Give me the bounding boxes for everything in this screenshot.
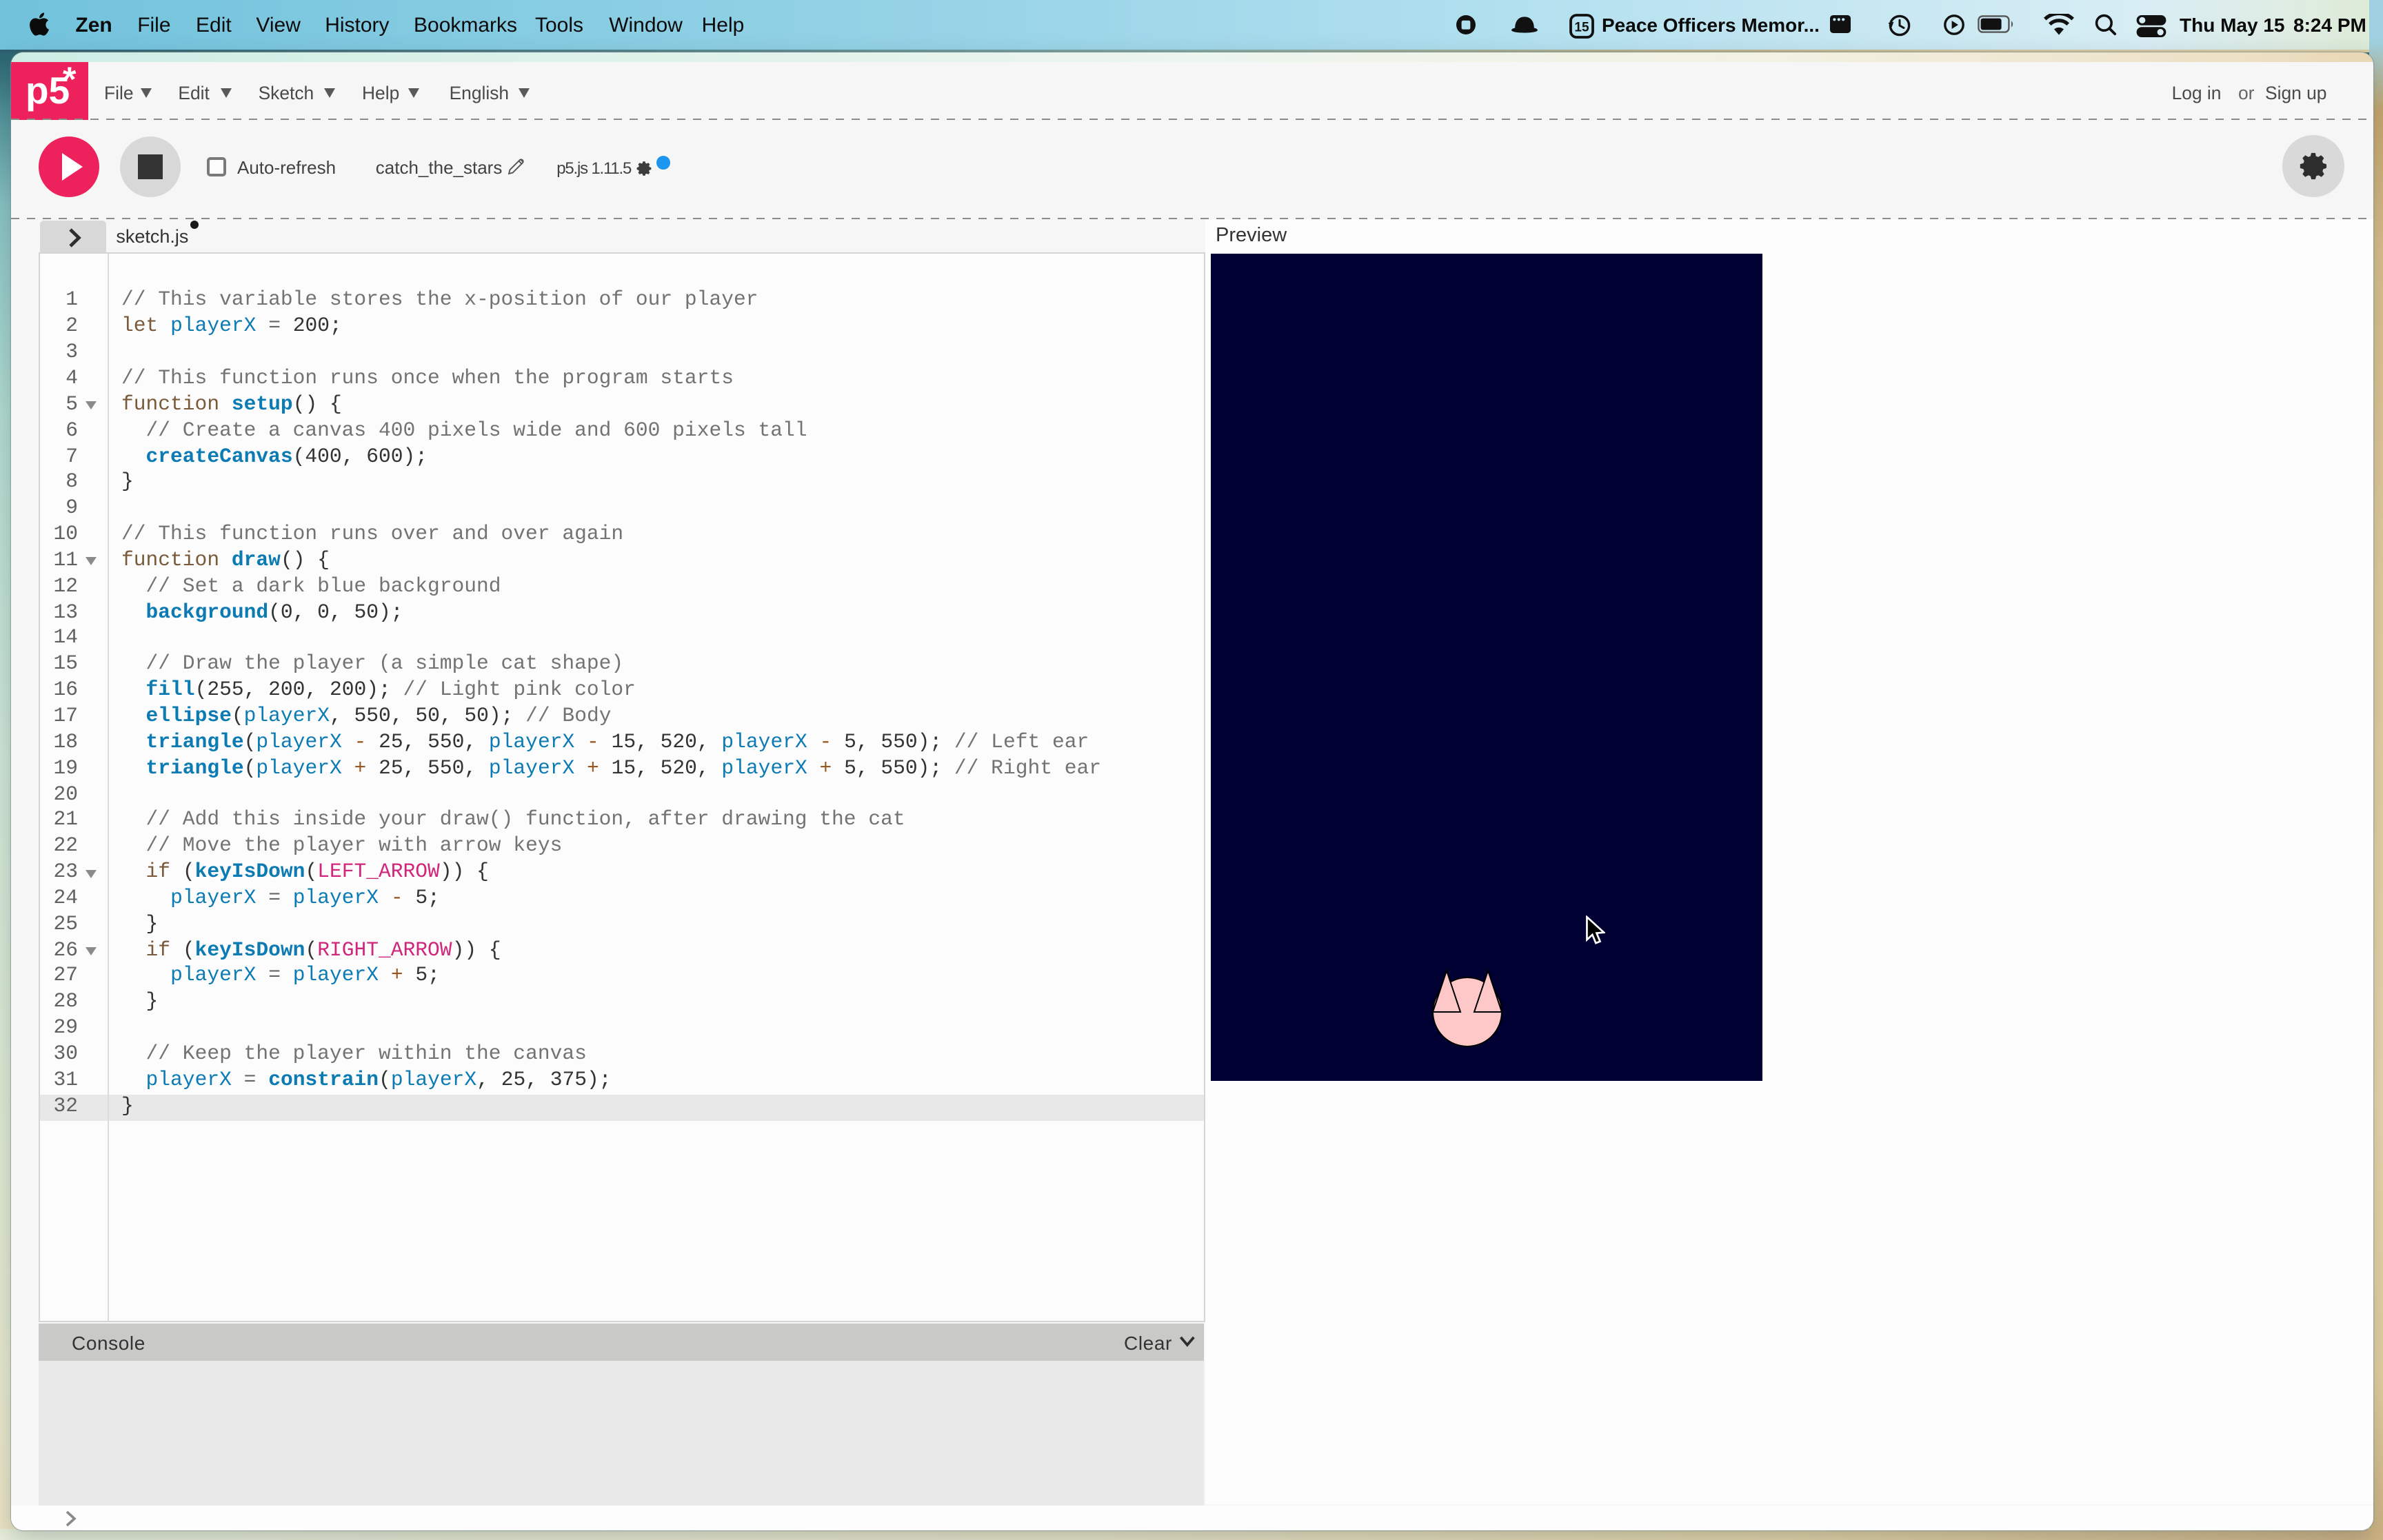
svg-text:15: 15 xyxy=(1574,19,1589,34)
